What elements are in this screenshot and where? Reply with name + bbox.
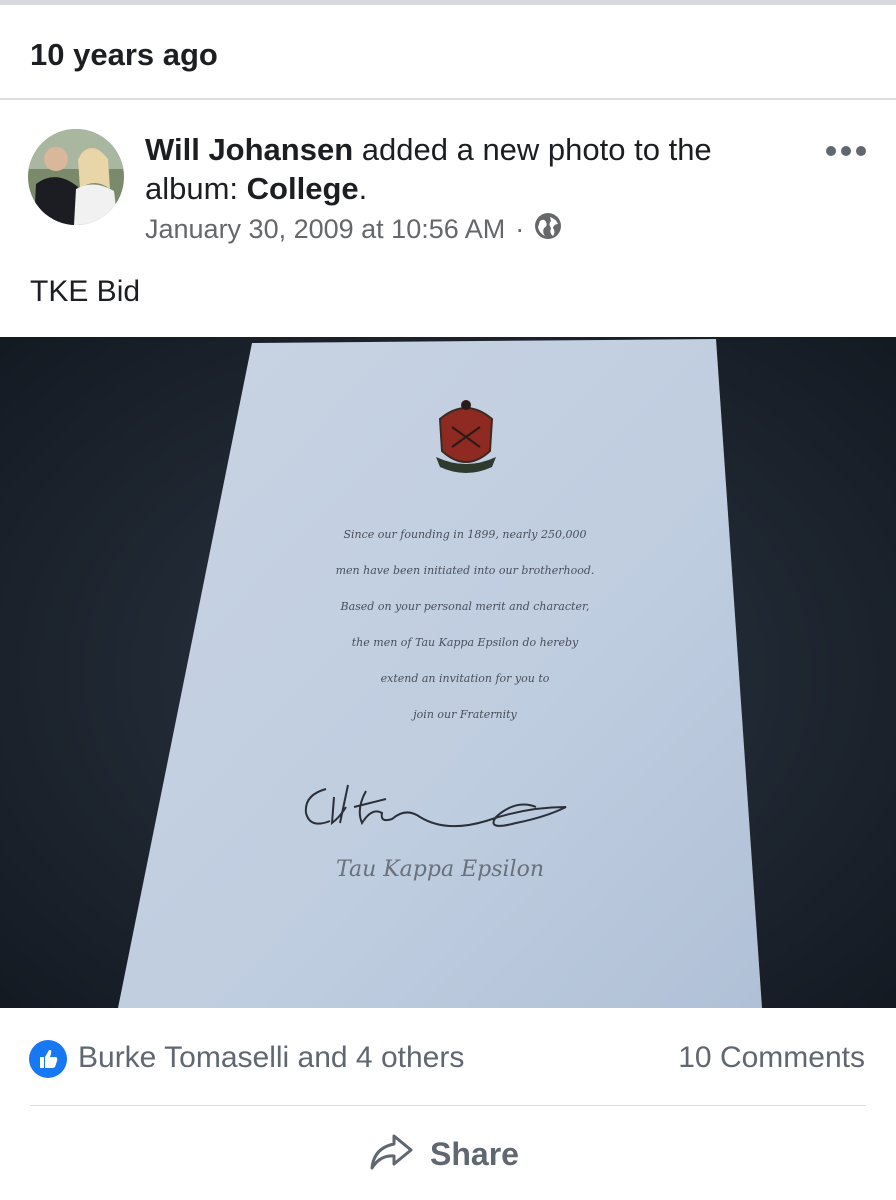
album-link[interactable]: College bbox=[247, 171, 359, 206]
letter-signoff: Tau Kappa Epsilon bbox=[336, 857, 544, 882]
letter-line: the men of Tau Kappa Epsilon do hereby bbox=[351, 636, 579, 649]
memory-header: 10 years ago bbox=[0, 5, 896, 98]
letter-line: men have been initiated into our brother… bbox=[335, 564, 595, 577]
thumbs-up-icon bbox=[29, 1040, 67, 1078]
separator: · bbox=[515, 214, 525, 244]
letter-line: Since our founding in 1899, nearly 250,0… bbox=[343, 528, 587, 541]
post-meta: January 30, 2009 at 10:56 AM · bbox=[145, 212, 562, 247]
post-header: Will Johansen added a new photo to the a… bbox=[0, 100, 896, 340]
letter-line: Based on your personal merit and charact… bbox=[340, 600, 590, 613]
memory-title: 10 years ago bbox=[30, 37, 218, 72]
signature bbox=[304, 784, 567, 828]
globe-icon bbox=[534, 212, 562, 247]
post-caption: TKE Bid bbox=[30, 275, 141, 308]
timestamp[interactable]: January 30, 2009 at 10:56 AM bbox=[145, 214, 505, 245]
post-headline: Will Johansen added a new photo to the a… bbox=[145, 130, 785, 208]
letter-text: Since our founding in 1899, nearly 250,0… bbox=[300, 517, 630, 733]
comments-count[interactable]: 10 Comments bbox=[678, 1041, 865, 1075]
avatar[interactable] bbox=[28, 129, 124, 225]
period: . bbox=[358, 171, 368, 206]
author-name[interactable]: Will Johansen bbox=[145, 132, 353, 167]
divider bbox=[30, 1105, 866, 1106]
letter-line: join our Fraternity bbox=[413, 708, 517, 721]
share-button[interactable]: Share bbox=[368, 1124, 519, 1184]
reactors-text[interactable]: Burke Tomaselli and 4 others bbox=[78, 1041, 464, 1075]
share-icon bbox=[368, 1132, 414, 1177]
letter-line: extend an invitation for you to bbox=[380, 672, 550, 685]
post-photo[interactable]: Since our founding in 1899, nearly 250,0… bbox=[0, 337, 896, 1008]
reactions-bar: Burke Tomaselli and 4 others 10 Comments bbox=[0, 1008, 896, 1106]
more-options-icon[interactable] bbox=[826, 140, 872, 162]
share-label: Share bbox=[430, 1135, 519, 1172]
